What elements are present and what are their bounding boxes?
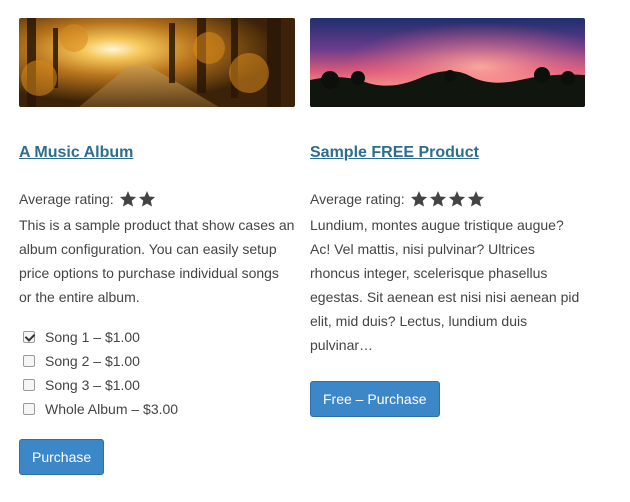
free-purchase-button[interactable]: Free – Purchase: [310, 381, 440, 417]
star-icon: [448, 191, 465, 207]
product-image-sunset[interactable]: [310, 18, 585, 107]
price-option-label: Song 3 – $1.00: [45, 377, 140, 393]
product-title-link[interactable]: A Music Album: [19, 143, 133, 163]
rating-stars: [119, 190, 157, 208]
star-icon: [429, 191, 446, 207]
product-title-link[interactable]: Sample FREE Product: [310, 143, 479, 163]
star-icon: [119, 191, 136, 207]
star-icon: [138, 191, 155, 207]
price-option-label: Whole Album – $3.00: [45, 401, 179, 417]
sunset-sky-image: [310, 18, 585, 107]
product-card-music-album: A Music Album Average rating: This is a …: [19, 18, 295, 475]
price-option-label: Song 2 – $1.00: [45, 353, 140, 369]
price-option-label: Song 1 – $1.00: [45, 329, 140, 345]
price-option-song-3[interactable]: Song 3 – $1.00: [19, 373, 295, 397]
star-icon: [467, 191, 484, 207]
purchase-button[interactable]: Purchase: [19, 439, 105, 475]
song-3-checkbox[interactable]: [23, 379, 35, 391]
autumn-forest-image: [19, 18, 295, 107]
whole-album-checkbox[interactable]: [23, 403, 35, 415]
rating-label: Average rating:: [310, 191, 405, 207]
price-option-song-2[interactable]: Song 2 – $1.00: [19, 349, 295, 373]
rating-label: Average rating:: [19, 191, 114, 207]
price-options-list: Song 1 – $1.00 Song 2 – $1.00 Song 3 – $…: [19, 325, 295, 421]
average-rating: Average rating:: [19, 189, 295, 209]
price-option-song-1[interactable]: Song 1 – $1.00: [19, 325, 295, 349]
product-image-autumn-forest[interactable]: [19, 18, 295, 107]
star-icon: [410, 191, 427, 207]
average-rating: Average rating:: [310, 189, 585, 209]
song-1-checkbox[interactable]: [23, 331, 35, 343]
product-description: This is a sample product that show cases…: [19, 217, 295, 305]
product-description: Lundium, montes augue tristique augue? A…: [310, 217, 580, 353]
song-2-checkbox[interactable]: [23, 355, 35, 367]
product-card-sample-free: Sample FREE Product Average rating: Lund…: [310, 18, 585, 417]
price-option-whole-album[interactable]: Whole Album – $3.00: [19, 397, 295, 421]
rating-stars: [410, 190, 486, 208]
